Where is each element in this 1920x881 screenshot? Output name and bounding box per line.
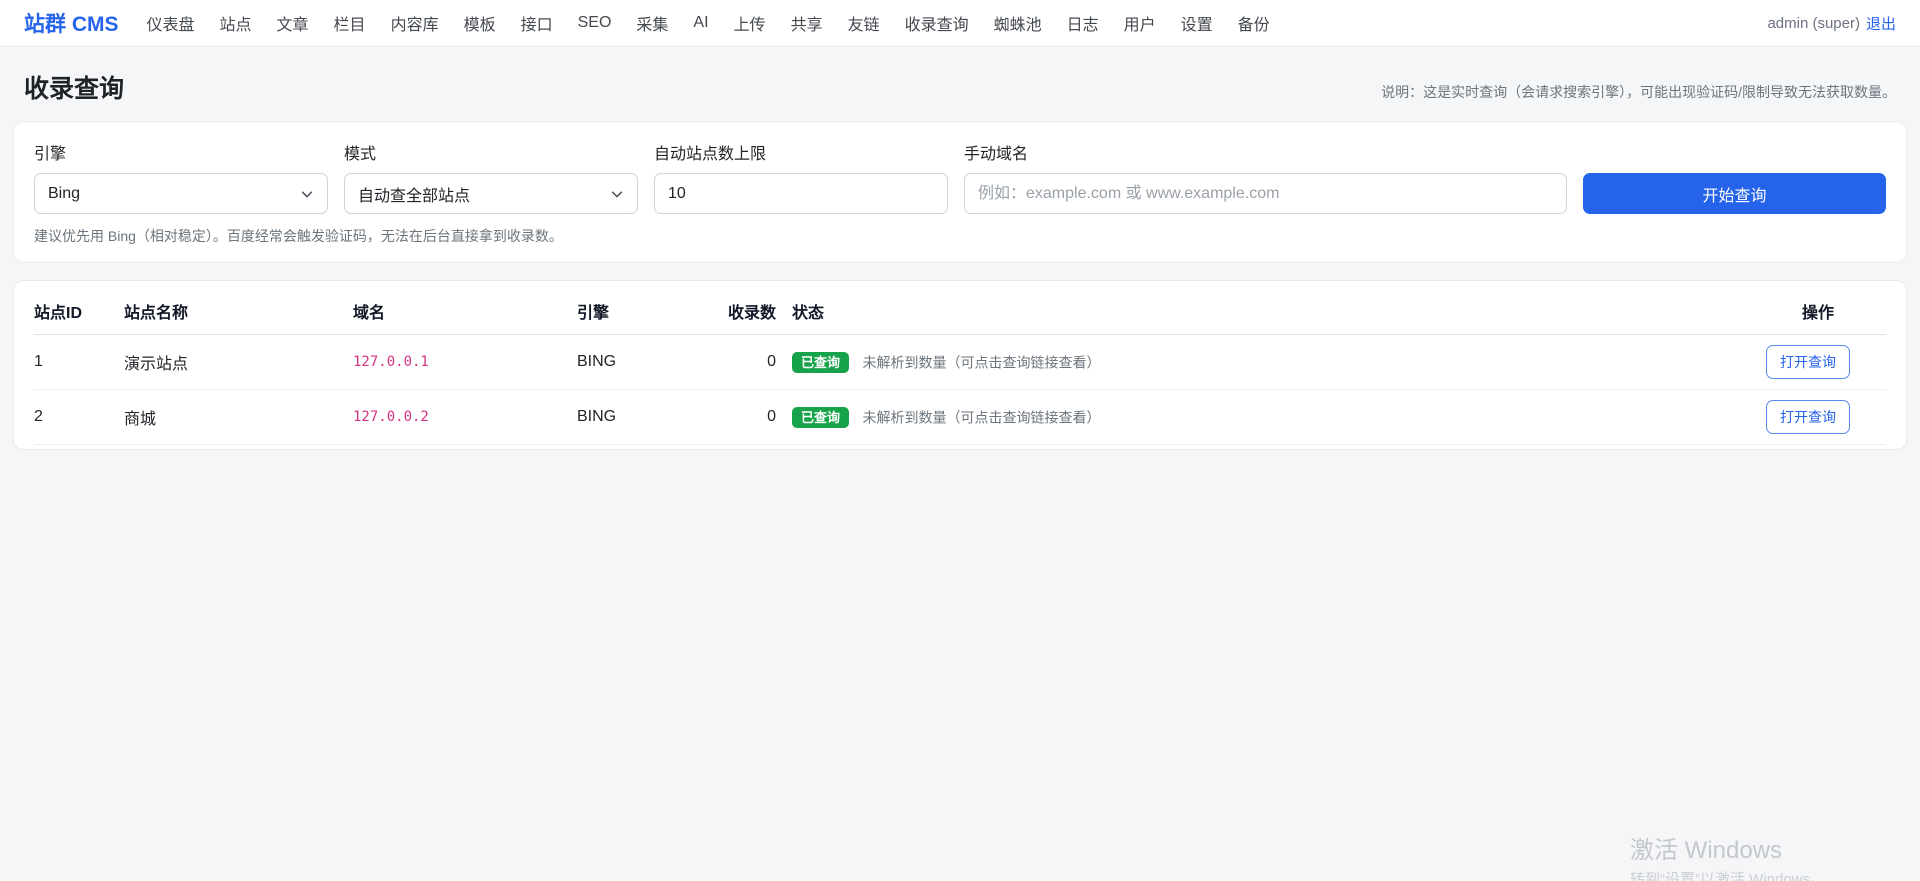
- nav-item-backup[interactable]: 备份: [1238, 11, 1270, 35]
- table-row: 1 演示站点 127.0.0.1 BING 0 已查询 未解析到数量（可点击查询…: [34, 335, 1886, 390]
- nav-item-ai[interactable]: AI: [693, 14, 708, 32]
- start-query-button[interactable]: 开始查询: [1583, 173, 1886, 214]
- nav-item-templates[interactable]: 模板: [464, 11, 496, 35]
- windows-activation-watermark: 激活 Windows 转到“设置”以激活 Windows。: [1630, 830, 1825, 881]
- nav-item-upload[interactable]: 上传: [734, 11, 766, 35]
- mode-select[interactable]: 自动查全部站点: [344, 173, 638, 214]
- engine-select[interactable]: Bing: [34, 173, 328, 214]
- results-table-card: 站点ID 站点名称 域名 引擎 收录数 状态 操作 1 演示站点 127.0.0…: [13, 280, 1907, 450]
- mode-select-value: 自动查全部站点: [358, 182, 470, 206]
- nav-item-index-query[interactable]: 收录查询: [905, 11, 969, 35]
- limit-label: 自动站点数上限: [654, 140, 948, 164]
- col-header-domain: 域名: [353, 287, 577, 335]
- cell-site-name: 演示站点: [124, 335, 353, 390]
- query-form-card: 引擎 Bing 模式 自动查全部站点 自动站点数上限 手动域名: [13, 121, 1907, 263]
- cell-count: 0: [728, 335, 792, 390]
- mode-field: 模式 自动查全部站点: [344, 140, 638, 214]
- nav-item-articles[interactable]: 文章: [277, 11, 309, 35]
- nav-item-friend-links[interactable]: 友链: [848, 11, 880, 35]
- app-logo[interactable]: 站群 CMS: [24, 8, 119, 38]
- queried-status-badge: 已查询: [792, 352, 849, 373]
- cell-status: 已查询 未解析到数量（可点击查询链接查看）: [792, 390, 1736, 445]
- col-header-site-name: 站点名称: [124, 287, 353, 335]
- col-header-status: 状态: [792, 287, 1736, 335]
- nav-item-api[interactable]: 接口: [521, 11, 553, 35]
- navbar-user-area: admin (super) 退出: [1767, 13, 1896, 34]
- nav-item-users[interactable]: 用户: [1124, 11, 1156, 35]
- cell-site-id: 2: [34, 390, 124, 445]
- form-hint: 建议优先用 Bing（相对稳定）。百度经常会触发验证码，无法在后台直接拿到收录数…: [34, 226, 1886, 246]
- nav-item-dashboard[interactable]: 仪表盘: [147, 11, 195, 35]
- watermark-subtitle: 转到“设置”以激活 Windows。: [1630, 868, 1825, 881]
- nav-item-content-lib[interactable]: 内容库: [391, 11, 439, 35]
- chevron-down-icon: [300, 187, 314, 201]
- watermark-title: 激活 Windows: [1630, 830, 1825, 865]
- table-header-row: 站点ID 站点名称 域名 引擎 收录数 状态 操作: [34, 287, 1886, 335]
- col-header-engine: 引擎: [577, 287, 728, 335]
- nav-item-spider-pool[interactable]: 蜘蛛池: [994, 11, 1042, 35]
- nav-item-share[interactable]: 共享: [791, 11, 823, 35]
- domain-code: 127.0.0.2: [353, 409, 429, 425]
- col-header-action: 操作: [1736, 287, 1886, 335]
- limit-field: 自动站点数上限: [654, 140, 948, 214]
- manual-domain-label: 手动域名: [964, 140, 1567, 164]
- cell-engine: BING: [577, 390, 728, 445]
- open-query-button[interactable]: 打开查询: [1766, 345, 1850, 379]
- nav-item-settings[interactable]: 设置: [1181, 11, 1213, 35]
- status-detail-text: 未解析到数量（可点击查询链接查看）: [862, 354, 1100, 370]
- cell-domain: 127.0.0.1: [353, 335, 577, 390]
- chevron-down-icon: [610, 187, 624, 201]
- current-user-label: admin (super): [1767, 15, 1860, 32]
- status-detail-text: 未解析到数量（可点击查询链接查看）: [862, 409, 1100, 425]
- submit-wrap: 开始查询: [1583, 173, 1886, 214]
- results-table: 站点ID 站点名称 域名 引擎 收录数 状态 操作 1 演示站点 127.0.0…: [34, 287, 1886, 445]
- col-header-count: 收录数: [728, 287, 792, 335]
- manual-domain-field: 手动域名: [964, 140, 1567, 214]
- open-query-button[interactable]: 打开查询: [1766, 400, 1850, 434]
- nav-item-categories[interactable]: 栏目: [334, 11, 366, 35]
- manual-domain-input[interactable]: [964, 173, 1567, 214]
- logout-link[interactable]: 退出: [1866, 13, 1896, 34]
- nav-item-sites[interactable]: 站点: [220, 11, 252, 35]
- domain-code: 127.0.0.1: [353, 354, 429, 370]
- cell-action: 打开查询: [1736, 390, 1886, 445]
- mode-label: 模式: [344, 140, 638, 164]
- main-menu: 仪表盘 站点 文章 栏目 内容库 模板 接口 SEO 采集 AI 上传 共享 友…: [147, 11, 1740, 35]
- engine-field: 引擎 Bing: [34, 140, 328, 214]
- page-title: 收录查询: [24, 69, 124, 105]
- cell-count: 0: [728, 390, 792, 445]
- table-row: 2 商城 127.0.0.2 BING 0 已查询 未解析到数量（可点击查询链接…: [34, 390, 1886, 445]
- query-form: 引擎 Bing 模式 自动查全部站点 自动站点数上限 手动域名: [34, 140, 1886, 214]
- cell-domain: 127.0.0.2: [353, 390, 577, 445]
- page-note: 说明：这是实时查询（会请求搜索引擎），可能出现验证码/限制导致无法获取数量。: [1381, 82, 1896, 105]
- queried-status-badge: 已查询: [792, 407, 849, 428]
- cell-action: 打开查询: [1736, 335, 1886, 390]
- engine-select-value: Bing: [48, 185, 80, 203]
- cell-site-id: 1: [34, 335, 124, 390]
- top-navbar: 站群 CMS 仪表盘 站点 文章 栏目 内容库 模板 接口 SEO 采集 AI …: [0, 0, 1920, 47]
- col-header-site-id: 站点ID: [34, 287, 124, 335]
- limit-input[interactable]: [654, 173, 948, 214]
- page-header: 收录查询 说明：这是实时查询（会请求搜索引擎），可能出现验证码/限制导致无法获取…: [0, 47, 1920, 121]
- cell-engine: BING: [577, 335, 728, 390]
- nav-item-logs[interactable]: 日志: [1067, 11, 1099, 35]
- cell-site-name: 商城: [124, 390, 353, 445]
- cell-status: 已查询 未解析到数量（可点击查询链接查看）: [792, 335, 1736, 390]
- nav-item-collect[interactable]: 采集: [636, 11, 668, 35]
- engine-label: 引擎: [34, 140, 328, 164]
- nav-item-seo[interactable]: SEO: [578, 14, 612, 32]
